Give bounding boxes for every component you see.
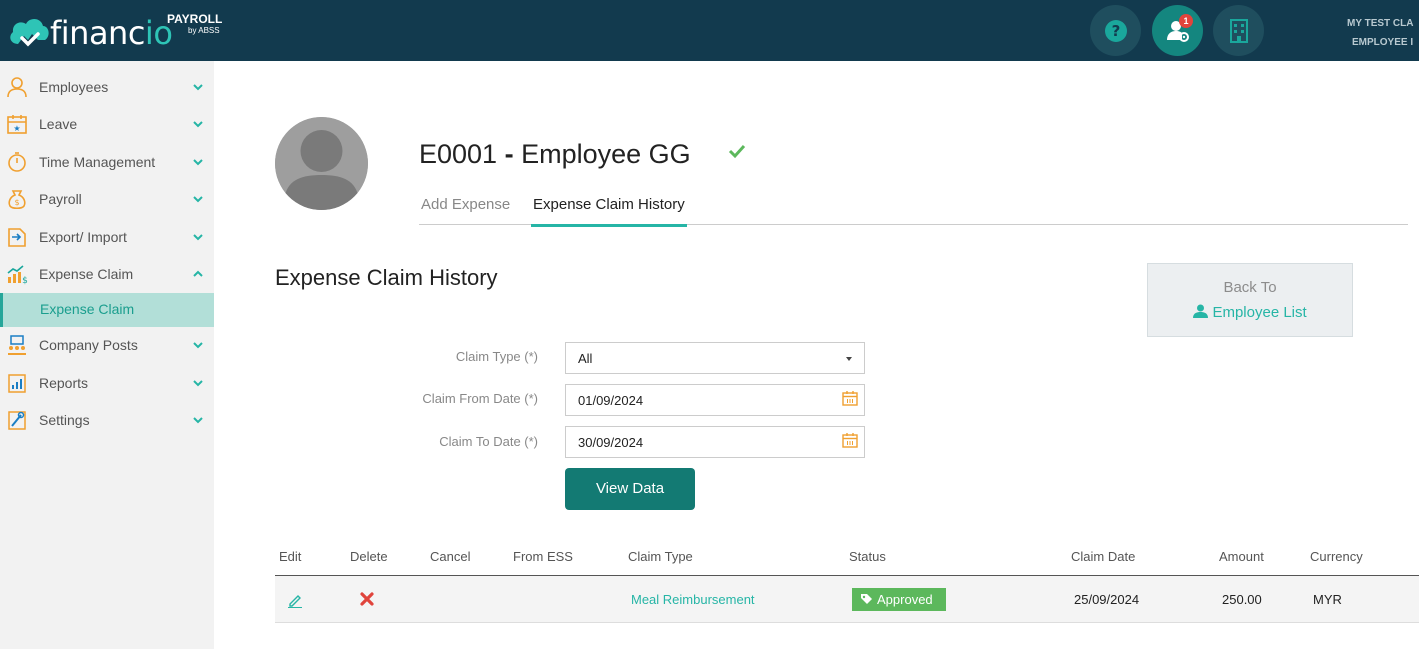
claim-from-date-input[interactable]: 01/09/2024: [565, 384, 865, 416]
verified-check-icon: [728, 144, 746, 159]
svg-text:$: $: [14, 198, 19, 207]
financio-logo[interactable]: financio: [8, 10, 173, 54]
company-role: EMPLOYEE I: [1352, 37, 1414, 48]
employee-name: Employee GG: [521, 139, 691, 169]
claim-to-date-label: Claim To Date (*): [439, 434, 538, 449]
col-header-cancel: Cancel: [430, 549, 471, 564]
brand-wordmark: financio: [50, 14, 173, 52]
calendar-icon[interactable]: [842, 432, 858, 448]
expense-chart-icon: $: [7, 265, 28, 285]
cloud-logo-icon: [10, 18, 49, 47]
view-data-button[interactable]: View Data: [565, 468, 695, 510]
money-bag-icon: $: [8, 190, 26, 210]
chevron-down-icon: [193, 380, 203, 387]
sidebar: Employees ★ Leave Time Management $ Payr…: [0, 61, 214, 649]
company-button[interactable]: [1213, 5, 1264, 56]
edit-pencil-icon[interactable]: [287, 592, 303, 608]
company-name: MY TEST CLA: [1347, 18, 1414, 29]
delete-x-icon[interactable]: [360, 592, 374, 606]
user-icon: [1193, 304, 1209, 318]
caret-down-icon: [846, 357, 852, 361]
sidebar-item-payroll[interactable]: $ Payroll: [0, 181, 214, 217]
calendar-icon[interactable]: [842, 390, 858, 406]
calendar-star-icon: ★: [7, 115, 27, 134]
col-header-delete: Delete: [350, 549, 388, 564]
settings-tools-icon: [8, 411, 26, 430]
col-header-status: Status: [849, 549, 886, 564]
section-title: Expense Claim History: [275, 265, 498, 290]
amount-cell: 250.00: [1222, 592, 1262, 607]
chevron-down-icon: [193, 417, 203, 424]
chevron-down-icon: [193, 159, 203, 166]
sidebar-item-time-management[interactable]: Time Management: [0, 144, 214, 180]
sidebar-item-export-import[interactable]: Export/ Import: [0, 219, 214, 255]
employee-title: E0001 - Employee GG: [419, 139, 691, 169]
col-header-claim-type: Claim Type: [628, 549, 693, 564]
svg-text:$: $: [22, 276, 28, 285]
claim-type-label: Claim Type (*): [455, 349, 538, 364]
col-header-edit: Edit: [279, 549, 302, 564]
sidebar-item-reports[interactable]: Reports: [0, 365, 214, 401]
col-header-from-ess: From ESS: [513, 549, 573, 564]
employee-code: E0001: [419, 139, 498, 169]
sidebar-item-expense-claim[interactable]: $ Expense Claim: [0, 256, 214, 292]
sidebar-item-company-posts[interactable]: Company Posts: [0, 327, 214, 363]
currency-cell: MYR: [1313, 592, 1342, 607]
tag-icon: [861, 594, 872, 604]
building-icon: [1229, 18, 1248, 43]
main-content: E0001 - Employee GG Add Expense Expense …: [214, 61, 1419, 649]
claim-from-date-label: Claim From Date (*): [422, 391, 538, 406]
chevron-down-icon: [193, 234, 203, 241]
company-info[interactable]: MY TEST CLA EMPLOYEE I: [1347, 14, 1419, 52]
back-to-employee-list-button[interactable]: Back To Employee List: [1147, 263, 1353, 337]
claim-date-cell: 25/09/2024: [1074, 592, 1140, 607]
table-row: Meal Reimbursement Approved 25/09/2024 2…: [275, 576, 1419, 623]
sidebar-item-settings[interactable]: Settings: [0, 402, 214, 438]
help-button[interactable]: ?: [1090, 5, 1141, 56]
col-header-currency: Currency: [1310, 549, 1363, 564]
col-header-claim-date: Claim Date: [1071, 549, 1136, 564]
svg-text:★: ★: [13, 124, 20, 133]
claim-type-select[interactable]: All: [565, 342, 865, 374]
sidebar-item-leave[interactable]: ★ Leave: [0, 106, 214, 142]
chevron-down-icon: [193, 342, 203, 349]
user-settings-button[interactable]: 1: [1152, 5, 1203, 56]
tab-bar: Add Expense Expense Claim History: [419, 184, 1408, 227]
chevron-up-icon: [193, 270, 203, 277]
tab-expense-claim-history[interactable]: Expense Claim History: [531, 196, 687, 227]
product-name: PAYROLL: [167, 12, 223, 26]
chevron-down-icon: [193, 196, 203, 203]
notification-badge: 1: [1179, 14, 1193, 28]
default-user-icon: [275, 117, 368, 210]
user-icon: [7, 77, 27, 98]
chevron-down-icon: [193, 84, 203, 91]
tab-add-expense[interactable]: Add Expense: [421, 196, 510, 213]
product-vendor: by ABSS: [188, 26, 220, 35]
export-import-icon: [8, 228, 26, 247]
claim-type-link[interactable]: Meal Reimbursement: [631, 592, 755, 607]
sidebar-subitem-expense-claim[interactable]: Expense Claim: [0, 293, 214, 327]
sidebar-item-employees[interactable]: Employees: [0, 69, 214, 105]
help-icon: ?: [1104, 19, 1127, 42]
people-board-icon: [8, 335, 26, 355]
employee-avatar: [275, 117, 368, 210]
report-chart-icon: [8, 374, 26, 393]
svg-text:?: ?: [1111, 22, 1120, 40]
stopwatch-icon: [8, 152, 26, 172]
status-badge: Approved: [852, 588, 946, 611]
claim-to-date-input[interactable]: 30/09/2024: [565, 426, 865, 458]
top-bar: financio PAYROLL by ABSS ? 1 MY TEST CLA…: [0, 0, 1419, 61]
col-header-amount: Amount: [1219, 549, 1264, 564]
chevron-down-icon: [193, 121, 203, 128]
